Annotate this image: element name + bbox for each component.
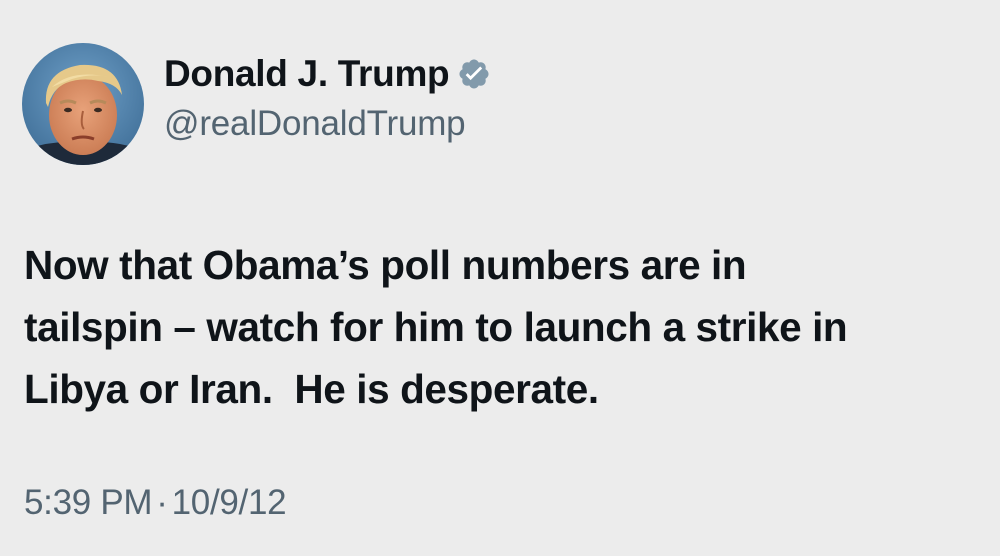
tweet-timestamp[interactable]: 5:39 PM · 10/9/12 <box>24 480 287 526</box>
tweet-header: Donald J. Trump @realDonaldTrump <box>22 43 491 165</box>
avatar-image <box>22 43 144 165</box>
tweet-date: 10/9/12 <box>171 483 287 522</box>
name-row: Donald J. Trump <box>164 51 491 97</box>
display-name[interactable]: Donald J. Trump <box>164 51 450 97</box>
author-names: Donald J. Trump @realDonaldTrump <box>164 51 491 147</box>
tweet-time: 5:39 PM <box>24 483 153 522</box>
verified-badge-icon <box>457 57 491 91</box>
tweet-card: Donald J. Trump @realDonaldTrump Now tha… <box>0 0 1000 556</box>
tweet-text: Now that Obama’s poll numbers are in tai… <box>24 242 848 412</box>
timestamp-separator: · <box>156 483 168 522</box>
handle[interactable]: @realDonaldTrump <box>164 101 491 147</box>
avatar[interactable] <box>22 43 144 165</box>
